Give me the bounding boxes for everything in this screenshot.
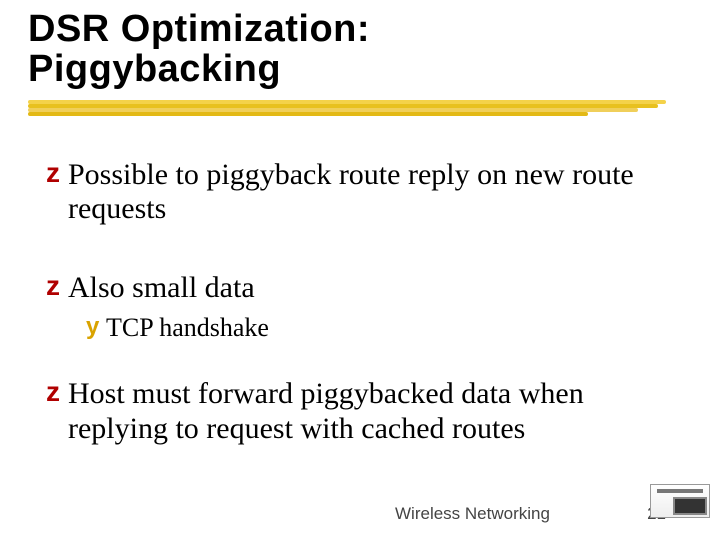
slide-footer: Wireless Networking 21 — [0, 494, 720, 524]
slide-title: DSR Optimization: Piggybacking — [0, 10, 720, 90]
bullet-text: Also small data — [68, 271, 255, 306]
underline-stroke — [28, 112, 588, 116]
title-underline — [28, 100, 668, 118]
sub-bullet-text: TCP handshake — [106, 313, 269, 343]
title-line-2: Piggybacking — [28, 50, 720, 90]
bullet-text: Possible to piggyback route reply on new… — [68, 158, 680, 227]
logo-icon — [650, 484, 710, 518]
footer-text: Wireless Networking — [395, 504, 550, 524]
bullet-item: zHost must forward piggybacked data when… — [46, 377, 680, 446]
bullet-item: zAlso small data — [46, 271, 680, 306]
bullet-glyph-z-icon: z — [46, 377, 66, 408]
slide: DSR Optimization: Piggybacking zPossible… — [0, 0, 720, 540]
bullet-glyph-z-icon: z — [46, 158, 66, 189]
sub-bullet-item: yTCP handshake — [86, 313, 680, 343]
bullet-text: Host must forward piggybacked data when … — [68, 377, 680, 446]
bullet-glyph-y-icon: y — [86, 313, 104, 341]
bullet-item: zPossible to piggyback route reply on ne… — [46, 158, 680, 227]
bullet-glyph-z-icon: z — [46, 271, 66, 302]
title-line-1: DSR Optimization: — [28, 10, 720, 50]
slide-content: zPossible to piggyback route reply on ne… — [0, 118, 720, 446]
